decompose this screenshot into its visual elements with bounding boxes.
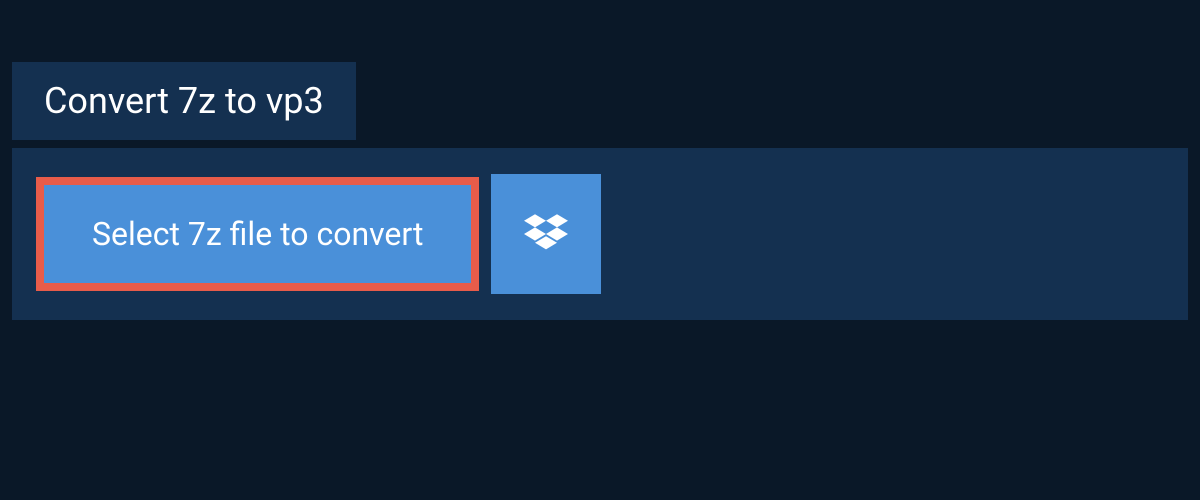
dropbox-icon: [524, 212, 568, 256]
dropbox-button[interactable]: [491, 174, 601, 294]
select-file-button[interactable]: Select 7z file to convert: [36, 177, 479, 291]
select-file-label: Select 7z file to convert: [92, 215, 423, 253]
convert-panel: Select 7z file to convert: [12, 148, 1188, 320]
tab-bar: Convert 7z to vp3: [12, 62, 356, 140]
tab-convert[interactable]: Convert 7z to vp3: [12, 62, 356, 140]
tab-label: Convert 7z to vp3: [44, 80, 324, 122]
